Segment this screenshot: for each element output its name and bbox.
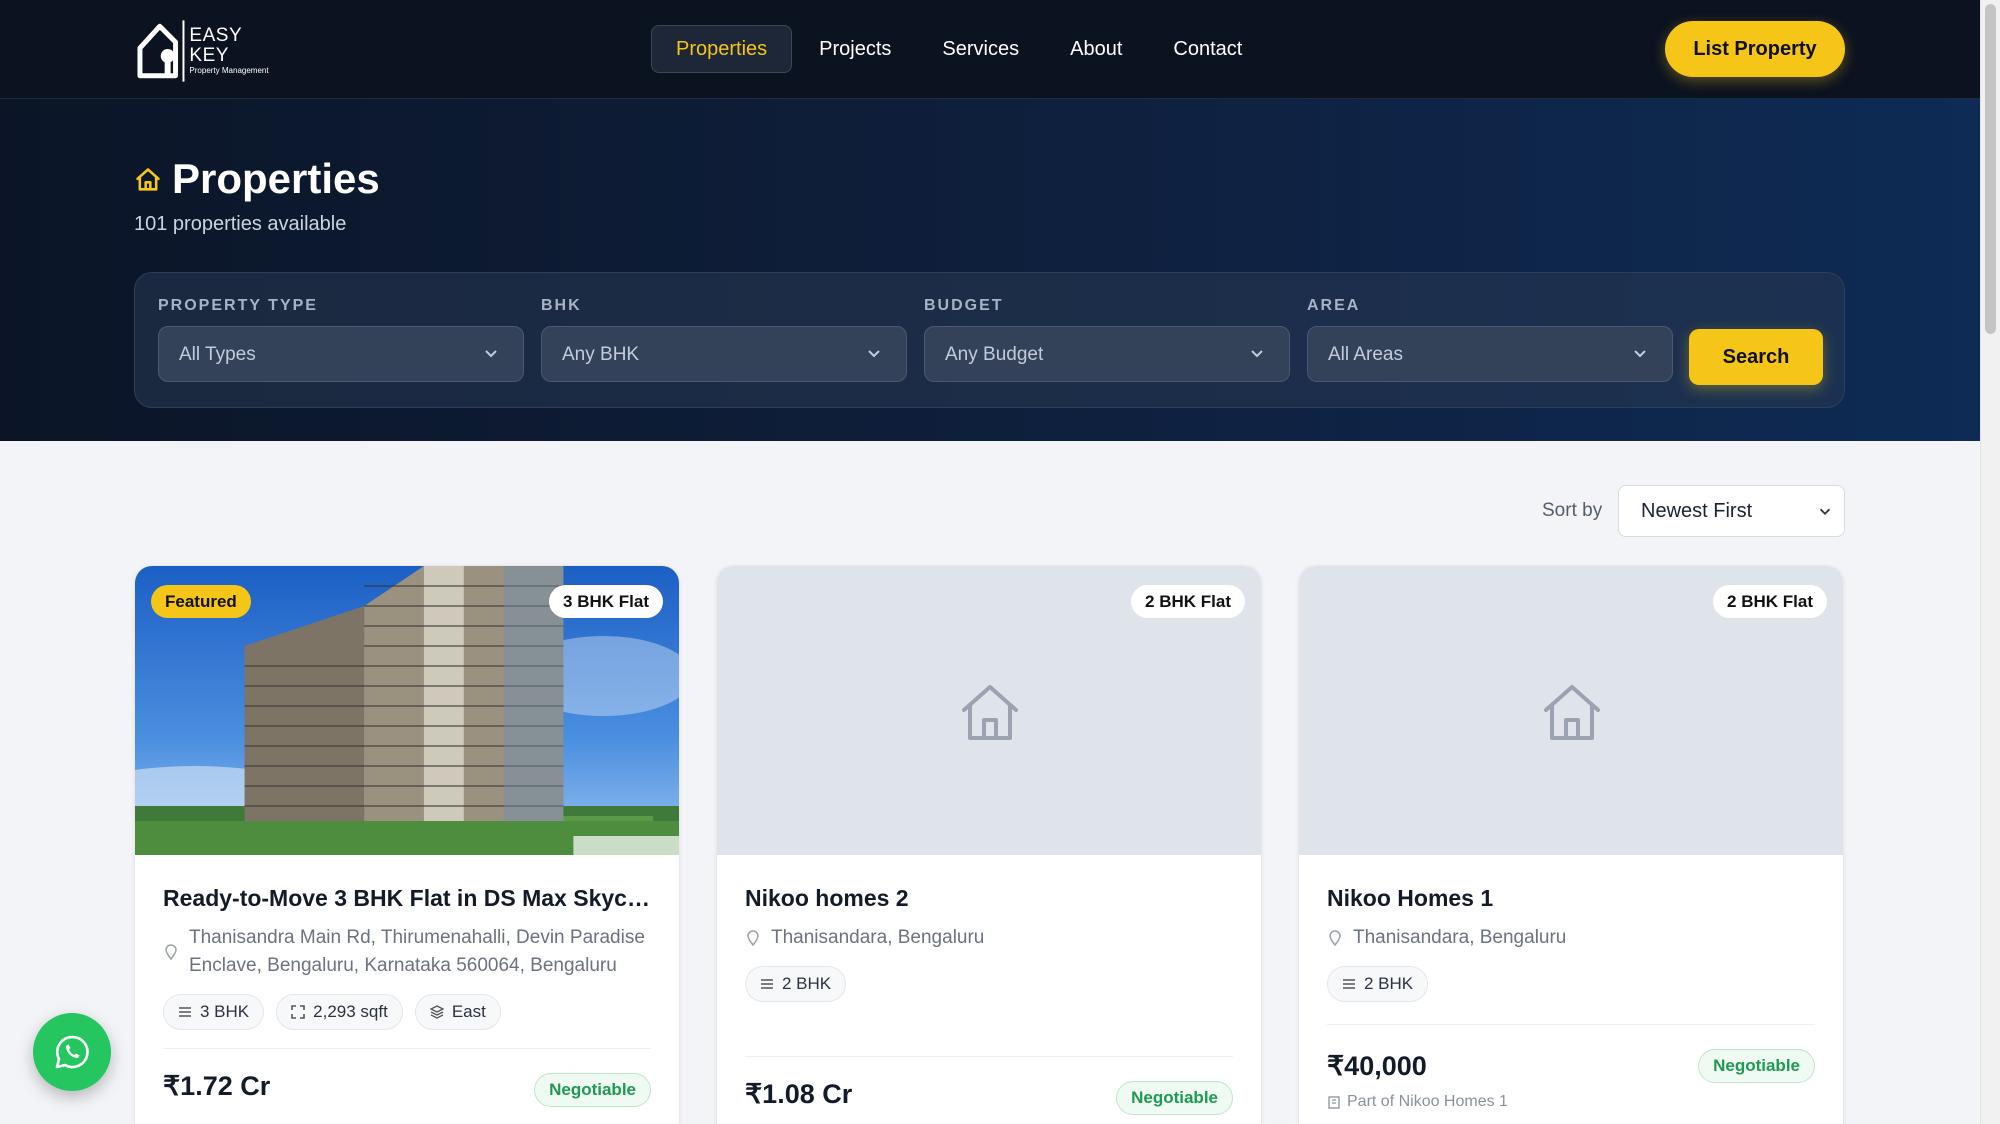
location-pin-icon bbox=[747, 930, 759, 946]
bed-icon bbox=[761, 979, 773, 989]
property-card[interactable]: 2 BHK Flat Nikoo Homes 1 Thanisandara, B… bbox=[1298, 565, 1844, 1124]
sort-label: Sort by bbox=[1542, 500, 1603, 521]
nav-link-contact[interactable]: Contact bbox=[1149, 25, 1266, 73]
list-property-button[interactable]: List Property bbox=[1665, 21, 1845, 77]
nav-link-services[interactable]: Services bbox=[918, 25, 1043, 73]
bhk-chip: 3 BHK bbox=[163, 994, 265, 1030]
brand-tagline: Property Management bbox=[189, 66, 269, 75]
featured-badge: Featured bbox=[151, 585, 251, 618]
select-value: All Types bbox=[179, 344, 256, 365]
property-type-badge: 2 BHK Flat bbox=[1131, 585, 1245, 618]
chevron-down-icon bbox=[485, 350, 497, 358]
property-features: 3 BHK 2,293 sqft East bbox=[163, 994, 651, 1030]
price-row: ₹40,000 Negotiable bbox=[1327, 1025, 1815, 1083]
property-type-select[interactable]: All Types bbox=[158, 326, 524, 382]
search-button[interactable]: Search bbox=[1689, 329, 1823, 385]
filter-label: PROPERTY TYPE bbox=[158, 297, 318, 314]
sort-select[interactable]: Newest First bbox=[1618, 485, 1845, 537]
property-title[interactable]: Nikoo homes 2 bbox=[745, 885, 1233, 912]
location-text: Thanisandra Main Rd, Thirumenahalli, Dev… bbox=[189, 927, 645, 976]
whatsapp-icon bbox=[55, 1035, 89, 1069]
bed-icon bbox=[179, 1007, 191, 1017]
property-location: Thanisandara, Bengaluru bbox=[745, 924, 1233, 952]
select-value: All Areas bbox=[1328, 344, 1403, 365]
brand-name: EASY KEY bbox=[189, 25, 242, 66]
filter-label: BHK bbox=[541, 297, 582, 314]
filter-budget: BUDGET Any Budget bbox=[924, 297, 1290, 382]
area-icon bbox=[291, 1005, 305, 1019]
brand-logo[interactable]: EASY KEY Property Management bbox=[136, 18, 286, 84]
property-features: 2 BHK bbox=[745, 966, 1233, 1002]
location-pin-icon bbox=[1329, 930, 1341, 946]
property-location: Thanisandara, Bengaluru bbox=[1327, 924, 1815, 952]
logo-house-key-icon bbox=[137, 20, 185, 82]
property-type-badge: 3 BHK Flat bbox=[549, 585, 663, 618]
filter-property-type: PROPERTY TYPE All Types bbox=[158, 297, 524, 382]
price-row: ₹1.72 Cr Negotiable bbox=[163, 1049, 651, 1111]
scrollbar-thumb[interactable] bbox=[1985, 4, 1996, 334]
property-image-placeholder[interactable]: 2 BHK Flat bbox=[717, 566, 1261, 855]
chevron-down-icon bbox=[1819, 508, 1831, 515]
filter-panel: PROPERTY TYPE All Types BHK Any BHK BUDG… bbox=[134, 272, 1845, 408]
select-value: Any Budget bbox=[945, 344, 1044, 365]
price-row: ₹1.08 Cr Negotiable bbox=[745, 1057, 1233, 1119]
home-icon bbox=[136, 168, 160, 191]
compass-icon bbox=[429, 1005, 444, 1019]
property-card[interactable]: 2 BHK Flat Nikoo homes 2 Thanisandara, B… bbox=[716, 565, 1262, 1124]
filter-area: AREA All Areas bbox=[1307, 297, 1673, 382]
chip-label: 2,293 sqft bbox=[313, 1002, 388, 1021]
select-value: Newest First bbox=[1641, 500, 1753, 522]
bhk-chip: 2 BHK bbox=[745, 966, 847, 1002]
property-image-placeholder[interactable]: 2 BHK Flat bbox=[1299, 566, 1843, 855]
negotiable-badge: Negotiable bbox=[534, 1073, 651, 1107]
area-chip: 2,293 sqft bbox=[276, 994, 403, 1030]
location-text: Thanisandara, Bengaluru bbox=[1353, 927, 1567, 948]
property-price: ₹40,000 bbox=[1327, 1051, 1427, 1081]
area-select[interactable]: All Areas bbox=[1307, 326, 1673, 382]
location-pin-icon bbox=[165, 944, 177, 960]
nav-link-about[interactable]: About bbox=[1046, 25, 1146, 73]
chip-label: 3 BHK bbox=[200, 1002, 250, 1021]
location-text: Thanisandara, Bengaluru bbox=[771, 927, 985, 948]
project-label: Part of Nikoo Homes 1 bbox=[1347, 1093, 1508, 1110]
chip-label: 2 BHK bbox=[782, 974, 832, 993]
chevron-down-icon bbox=[868, 350, 880, 358]
bed-icon bbox=[1343, 979, 1355, 989]
nav-link-properties[interactable]: Properties bbox=[651, 25, 793, 73]
top-navbar: EASY KEY Property Management Properties … bbox=[0, 0, 1980, 99]
property-title[interactable]: Nikoo Homes 1 bbox=[1327, 885, 1815, 912]
filter-label: BUDGET bbox=[924, 297, 1004, 314]
filter-bhk: BHK Any BHK bbox=[541, 297, 907, 382]
negotiable-badge: Negotiable bbox=[1116, 1081, 1233, 1115]
home-icon bbox=[962, 685, 1018, 740]
page-title: Properties bbox=[172, 155, 380, 202]
budget-select[interactable]: Any Budget bbox=[924, 326, 1290, 382]
property-location: Thanisandra Main Rd, Thirumenahalli, Dev… bbox=[163, 924, 651, 980]
facing-chip: East bbox=[414, 994, 501, 1030]
chip-label: 2 BHK bbox=[1364, 974, 1414, 993]
property-card[interactable]: Featured 3 BHK Flat Ready-to-Move 3 BHK … bbox=[134, 565, 680, 1124]
property-image[interactable]: Featured 3 BHK Flat bbox=[135, 566, 679, 855]
bhk-chip: 2 BHK bbox=[1327, 966, 1429, 1002]
chevron-down-icon bbox=[1634, 350, 1646, 358]
nav-link-projects[interactable]: Projects bbox=[795, 25, 915, 73]
whatsapp-button[interactable] bbox=[33, 1013, 111, 1091]
nav-links: Properties Projects Services About Conta… bbox=[651, 25, 1269, 73]
property-features: 2 BHK bbox=[1327, 966, 1815, 1002]
properties-count: 101 properties available bbox=[134, 213, 347, 235]
property-price: ₹1.08 Cr bbox=[745, 1079, 853, 1109]
project-link[interactable]: Part of Nikoo Homes 1 bbox=[1327, 1093, 1815, 1111]
property-title[interactable]: Ready-to-Move 3 BHK Flat in DS Max Skyci… bbox=[163, 885, 651, 912]
page-scrollbar[interactable] bbox=[1980, 0, 2000, 1124]
select-value: Any BHK bbox=[562, 344, 640, 365]
chip-label: East bbox=[451, 1002, 486, 1021]
bhk-select[interactable]: Any BHK bbox=[541, 326, 907, 382]
home-icon bbox=[1544, 685, 1600, 740]
building-icon bbox=[1328, 1096, 1340, 1109]
chevron-down-icon bbox=[1251, 350, 1263, 358]
filter-label: AREA bbox=[1307, 297, 1361, 314]
property-price: ₹1.72 Cr bbox=[163, 1071, 271, 1101]
property-type-badge: 2 BHK Flat bbox=[1713, 585, 1827, 618]
negotiable-badge: Negotiable bbox=[1698, 1049, 1815, 1083]
